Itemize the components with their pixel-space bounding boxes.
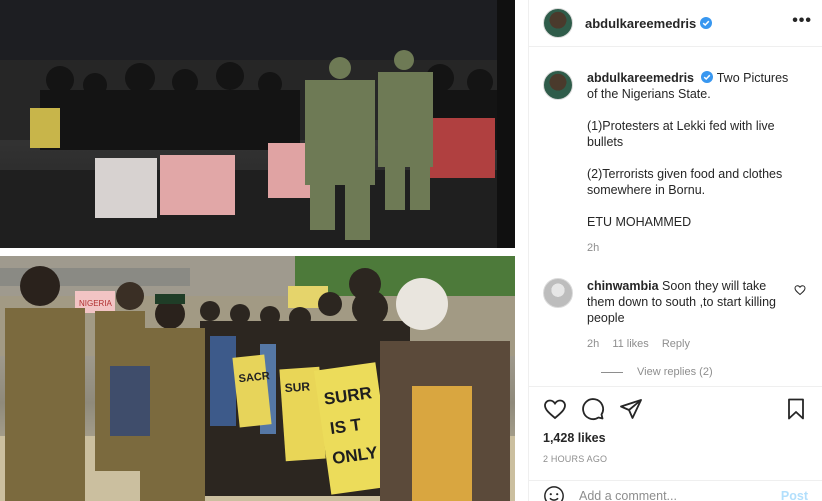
post-actions: 1,428 likes 2 HOURS AGO <box>529 386 822 464</box>
caption-row: abdulkareemedris Two Pictures of the Nig… <box>543 70 808 256</box>
post-sidebar: abdulkareemedris ••• abdulkareemedris Tw… <box>528 0 822 501</box>
comment-bubble-icon[interactable] <box>581 397 605 421</box>
sign-left-text: NIGERIA <box>79 299 113 308</box>
reply-button[interactable]: Reply <box>662 338 690 350</box>
photo-lekki-protest <box>0 0 515 248</box>
post-timestamp[interactable]: 2 HOURS AGO <box>543 454 808 464</box>
save-bookmark-icon[interactable] <box>784 397 808 421</box>
share-paper-plane-icon[interactable] <box>619 397 643 421</box>
post-header: abdulkareemedris ••• <box>529 0 822 47</box>
night-scene-illustration <box>0 0 515 248</box>
daytime-scene-illustration: NIGERIA SACR SUR SURR IS T ONLY <box>0 256 515 501</box>
comment-like-heart-icon[interactable] <box>794 284 806 296</box>
comment-composer: Add a comment... Post <box>529 480 822 501</box>
post-comment-button[interactable]: Post <box>781 489 808 501</box>
photo-bornu-handover: NIGERIA SACR SUR SURR IS T ONLY <box>0 256 515 501</box>
sign-mid2-text: SUR <box>284 379 311 395</box>
more-options-icon[interactable]: ••• <box>792 12 812 30</box>
caption-paragraph-3: ETU MOHAMMED <box>587 215 692 229</box>
caption-paragraph-2: (2)Terrorists given food and clothes som… <box>587 167 783 197</box>
replies-divider <box>601 371 623 373</box>
emoji-icon[interactable] <box>543 485 565 501</box>
verified-badge-icon <box>701 71 714 83</box>
comments-section[interactable]: abdulkareemedris Two Pictures of the Nig… <box>529 48 822 386</box>
verified-badge-icon <box>700 17 713 29</box>
post-media[interactable]: NIGERIA SACR SUR SURR IS T ONLY <box>0 0 528 501</box>
like-heart-icon[interactable] <box>543 397 567 421</box>
view-replies-label: View replies (2) <box>637 366 713 378</box>
comment-row: chinwambia Soon they will take them down… <box>543 278 808 352</box>
caption-paragraph-1: (1)Protesters at Lekki fed with live bul… <box>587 119 775 149</box>
commenter-username[interactable]: chinwambia <box>587 279 659 293</box>
view-replies-toggle[interactable]: View replies (2) <box>601 366 808 378</box>
caption-time[interactable]: 2h <box>587 242 599 254</box>
caption-avatar[interactable] <box>543 70 573 100</box>
author-avatar[interactable] <box>543 8 573 38</box>
comment-time[interactable]: 2h <box>587 338 599 350</box>
like-count[interactable]: 1,428 likes <box>543 431 808 445</box>
comment-input[interactable]: Add a comment... <box>579 489 781 501</box>
caption-username[interactable]: abdulkareemedris <box>587 71 694 85</box>
comment-likes[interactable]: 11 likes <box>612 338 648 350</box>
commenter-avatar[interactable] <box>543 278 573 308</box>
author-username[interactable]: abdulkareemedris <box>585 16 696 31</box>
